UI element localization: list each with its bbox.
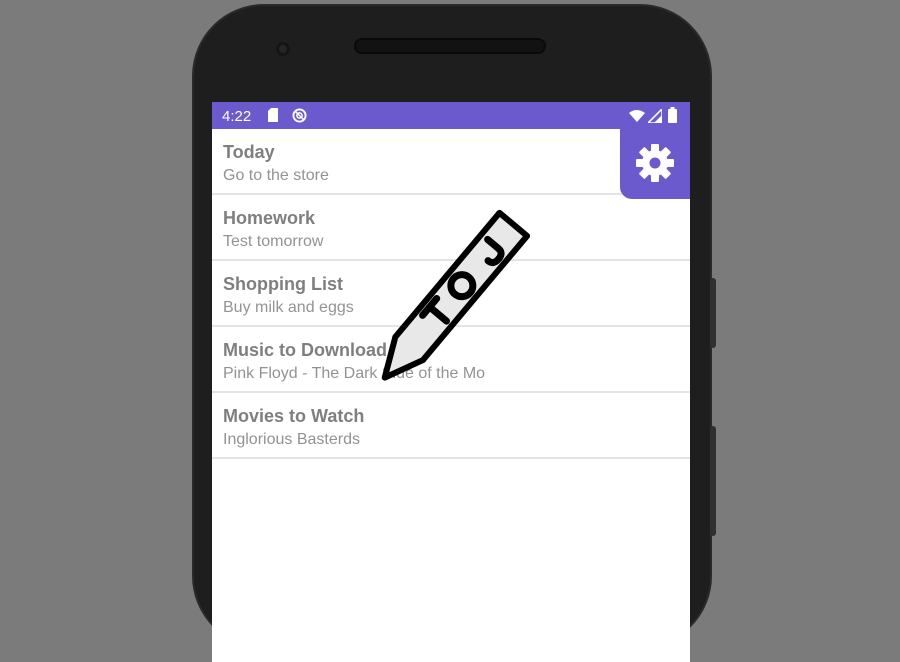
note-subtitle: Buy milk and eggs: [223, 299, 354, 316]
note-title: Today: [223, 142, 275, 162]
status-bar: 4:22: [212, 102, 690, 129]
note-subtitle: Go to the store: [223, 167, 329, 184]
pencil-icon: [381, 209, 531, 381]
note-item[interactable]: Today Go to the store: [212, 129, 690, 195]
front-camera: [276, 42, 290, 56]
wifi-icon: [629, 110, 645, 122]
note-title: Shopping List: [223, 274, 343, 294]
signal-icon: [648, 109, 662, 123]
power-button: [710, 426, 716, 536]
battery-icon: [668, 107, 677, 123]
volume-button: [710, 278, 716, 348]
note-subtitle: Test tomorrow: [223, 233, 324, 250]
gear-icon: [636, 144, 674, 182]
settings-button[interactable]: [620, 129, 690, 199]
status-time: 4:22: [222, 108, 252, 125]
note-title: Movies to Watch: [223, 406, 365, 426]
sd-card-icon: [268, 108, 278, 122]
sync-icon: [292, 108, 307, 123]
note-subtitle: Inglorious Basterds: [223, 431, 360, 448]
earpiece-speaker: [354, 38, 546, 54]
note-title: Homework: [223, 208, 316, 228]
